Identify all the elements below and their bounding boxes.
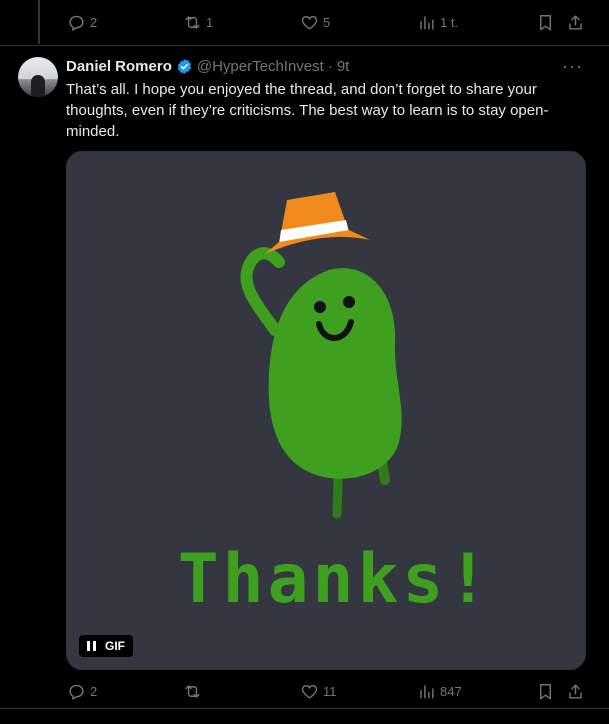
tweet-bookmark-button[interactable] bbox=[536, 682, 555, 701]
reply-button[interactable]: 2 bbox=[67, 13, 97, 32]
share-button[interactable] bbox=[566, 13, 585, 32]
tweet-gif-media[interactable]: Thanks! GIF bbox=[66, 151, 586, 670]
tweet-reply-button[interactable]: 2 bbox=[67, 682, 97, 701]
tweet-like-count: 11 bbox=[323, 684, 337, 699]
pause-icon[interactable] bbox=[87, 641, 96, 651]
tweet-views-button[interactable]: 847 bbox=[417, 682, 462, 701]
bean-body bbox=[268, 268, 402, 479]
bean-arm bbox=[240, 247, 285, 336]
gif-image: Thanks! bbox=[178, 192, 493, 619]
tweet-header: Daniel Romero @HyperTechInvest · 9t bbox=[66, 58, 349, 75]
gif-caption: Thanks! bbox=[178, 540, 493, 619]
retweet-count: 1 bbox=[206, 15, 214, 30]
views-count: 1 t. bbox=[440, 15, 459, 30]
previous-tweet-actions: 2 1 5 1 t. bbox=[0, 0, 609, 46]
verified-badge-icon bbox=[177, 59, 192, 74]
reply-icon bbox=[69, 684, 84, 700]
retweet-button[interactable]: 1 bbox=[183, 13, 213, 32]
bean-eye-left bbox=[314, 301, 326, 313]
tweet-text: That’s all. I hope you enjoyed the threa… bbox=[66, 81, 549, 140]
avatar-figure bbox=[31, 75, 45, 97]
like-icon bbox=[301, 15, 318, 30]
reply-icon bbox=[69, 15, 84, 31]
share-icon bbox=[569, 15, 582, 30]
bookmark-icon bbox=[540, 15, 551, 31]
tweet-share-button[interactable] bbox=[566, 682, 585, 701]
like-icon bbox=[301, 684, 318, 699]
header-separator: · bbox=[327, 58, 333, 75]
views-icon bbox=[420, 16, 434, 30]
more-icon: ··· bbox=[562, 56, 583, 76]
gif-controls: GIF bbox=[79, 635, 133, 657]
share-icon bbox=[569, 684, 582, 699]
reply-count: 2 bbox=[90, 15, 98, 30]
author-name[interactable]: Daniel Romero bbox=[66, 58, 172, 75]
tweet-reply-count: 2 bbox=[90, 684, 98, 699]
bean-eye-right bbox=[343, 296, 355, 308]
tweet-views-count: 847 bbox=[440, 684, 462, 699]
like-button[interactable]: 5 bbox=[300, 13, 330, 32]
tweet-divider bbox=[0, 708, 609, 709]
more-options-button[interactable]: ··· bbox=[562, 56, 583, 77]
tweet-timestamp[interactable]: 9t bbox=[337, 58, 350, 75]
tweet-retweet-button[interactable] bbox=[183, 682, 206, 701]
views-icon bbox=[420, 685, 434, 699]
retweet-icon bbox=[185, 685, 200, 698]
author-avatar[interactable] bbox=[18, 57, 58, 97]
bookmark-button[interactable] bbox=[536, 13, 555, 32]
retweet-icon bbox=[185, 16, 200, 29]
gif-badge: GIF bbox=[105, 639, 125, 653]
views-button[interactable]: 1 t. bbox=[417, 13, 458, 32]
tweet-like-button[interactable]: 11 bbox=[300, 682, 337, 701]
like-count: 5 bbox=[323, 15, 331, 30]
author-handle[interactable]: @HyperTechInvest bbox=[197, 58, 324, 75]
bookmark-icon bbox=[540, 684, 551, 700]
